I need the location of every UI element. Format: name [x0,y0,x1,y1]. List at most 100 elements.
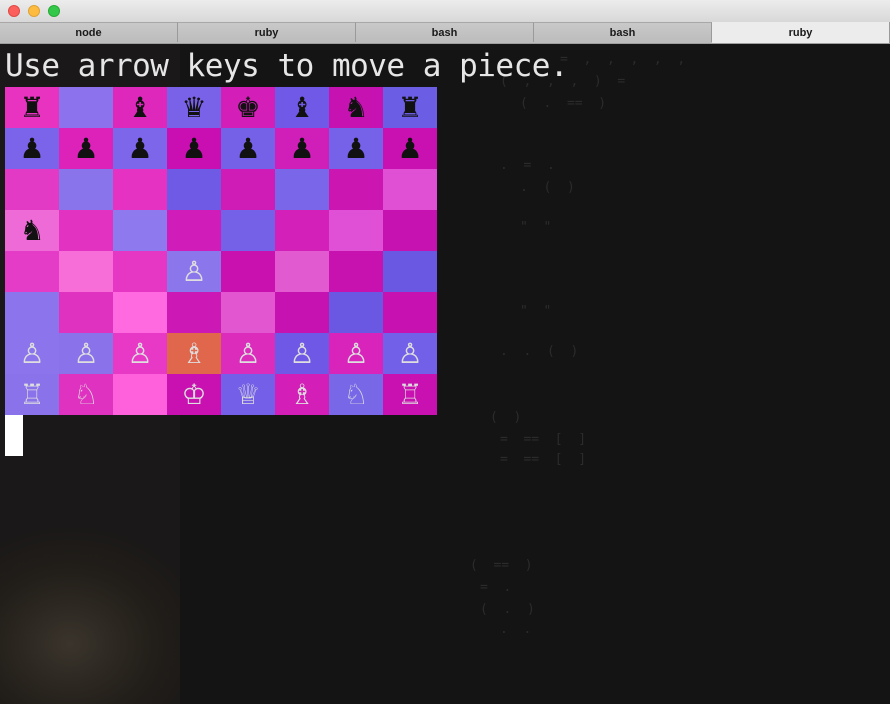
board-square-f7[interactable]: ♟ [275,128,329,169]
board-square-e6[interactable] [221,169,275,210]
chess-piece-icon[interactable]: ♔ [181,380,206,409]
chess-piece-icon[interactable]: ♝ [289,93,314,122]
board-square-f8[interactable]: ♝ [275,87,329,128]
board-square-b5[interactable] [59,210,113,251]
zoom-window-button[interactable] [48,5,60,17]
chess-piece-icon[interactable]: ♟ [343,134,368,163]
chess-piece-icon[interactable]: ♕ [235,380,260,409]
chess-piece-icon[interactable]: ♙ [19,339,44,368]
chess-piece-icon[interactable]: ♟ [181,134,206,163]
board-square-g7[interactable]: ♟ [329,128,383,169]
chess-piece-icon[interactable]: ♟ [235,134,260,163]
board-square-g3[interactable] [329,292,383,333]
board-square-b7[interactable]: ♟ [59,128,113,169]
chess-piece-icon[interactable]: ♙ [343,339,368,368]
chess-piece-icon[interactable]: ♛ [181,93,206,122]
board-square-a3[interactable] [5,292,59,333]
chess-piece-icon[interactable]: ♟ [19,134,44,163]
chess-piece-icon[interactable]: ♟ [127,134,152,163]
chess-piece-icon[interactable]: ♙ [397,339,422,368]
board-square-e1[interactable]: ♕ [221,374,275,415]
board-square-g4[interactable] [329,251,383,292]
board-square-e7[interactable]: ♟ [221,128,275,169]
chess-piece-icon[interactable]: ♗ [181,339,206,368]
board-square-h8[interactable]: ♜ [383,87,437,128]
board-square-c8[interactable]: ♝ [113,87,167,128]
board-square-a5[interactable]: ♞ [5,210,59,251]
terminal-pane[interactable]: = , , , , , ( , , , ) = ( . == ) . = . .… [0,44,890,704]
board-square-c1[interactable] [113,374,167,415]
board-square-g5[interactable] [329,210,383,251]
chess-piece-icon[interactable]: ♚ [235,93,260,122]
chess-piece-icon[interactable]: ♞ [343,93,368,122]
board-square-g8[interactable]: ♞ [329,87,383,128]
board-square-b6[interactable] [59,169,113,210]
chess-piece-icon[interactable]: ♜ [397,93,422,122]
board-square-e3[interactable] [221,292,275,333]
chess-piece-icon[interactable]: ♟ [289,134,314,163]
board-square-f1[interactable]: ♗ [275,374,329,415]
board-square-a4[interactable] [5,251,59,292]
board-square-d2[interactable]: ♗ [167,333,221,374]
chess-piece-icon[interactable]: ♙ [289,339,314,368]
board-square-f2[interactable]: ♙ [275,333,329,374]
board-square-e4[interactable] [221,251,275,292]
board-square-b4[interactable] [59,251,113,292]
board-square-g1[interactable]: ♘ [329,374,383,415]
board-square-a8[interactable]: ♜ [5,87,59,128]
chess-piece-icon[interactable]: ♙ [235,339,260,368]
chess-piece-icon[interactable]: ♖ [397,380,422,409]
chess-piece-icon[interactable]: ♟ [397,134,422,163]
board-square-d1[interactable]: ♔ [167,374,221,415]
board-square-h6[interactable] [383,169,437,210]
board-square-c7[interactable]: ♟ [113,128,167,169]
board-square-d5[interactable] [167,210,221,251]
board-square-c3[interactable] [113,292,167,333]
tab-bash-2[interactable]: bash [534,22,712,42]
board-square-a1[interactable]: ♖ [5,374,59,415]
chess-piece-icon[interactable]: ♖ [19,380,44,409]
board-square-h1[interactable]: ♖ [383,374,437,415]
board-square-h4[interactable] [383,251,437,292]
chess-piece-icon[interactable]: ♘ [73,380,98,409]
chess-piece-icon[interactable]: ♗ [289,380,314,409]
board-square-a6[interactable] [5,169,59,210]
chess-piece-icon[interactable]: ♙ [181,257,206,286]
board-square-c5[interactable] [113,210,167,251]
board-square-d8[interactable]: ♛ [167,87,221,128]
board-square-c2[interactable]: ♙ [113,333,167,374]
chess-piece-icon[interactable]: ♘ [343,380,368,409]
board-square-f6[interactable] [275,169,329,210]
board-square-b3[interactable] [59,292,113,333]
chess-piece-icon[interactable]: ♙ [127,339,152,368]
board-square-g2[interactable]: ♙ [329,333,383,374]
tab-ruby-1[interactable]: ruby [178,22,356,42]
chess-piece-icon[interactable]: ♜ [19,93,44,122]
chess-piece-icon[interactable]: ♝ [127,93,152,122]
board-square-d4[interactable]: ♙ [167,251,221,292]
board-square-c6[interactable] [113,169,167,210]
board-square-a2[interactable]: ♙ [5,333,59,374]
board-square-h2[interactable]: ♙ [383,333,437,374]
board-square-h5[interactable] [383,210,437,251]
board-square-e2[interactable]: ♙ [221,333,275,374]
board-square-f3[interactable] [275,292,329,333]
board-square-f5[interactable] [275,210,329,251]
board-square-d6[interactable] [167,169,221,210]
board-square-e5[interactable] [221,210,275,251]
tab-ruby-active[interactable]: ruby [712,22,890,43]
board-square-b1[interactable]: ♘ [59,374,113,415]
board-square-b8[interactable] [59,87,113,128]
tab-node[interactable]: node [0,22,178,42]
board-square-h7[interactable]: ♟ [383,128,437,169]
tab-bash-1[interactable]: bash [356,22,534,42]
board-square-d3[interactable] [167,292,221,333]
board-square-f4[interactable] [275,251,329,292]
chess-piece-icon[interactable]: ♞ [19,216,44,245]
board-square-b2[interactable]: ♙ [59,333,113,374]
board-square-h3[interactable] [383,292,437,333]
board-square-d7[interactable]: ♟ [167,128,221,169]
minimize-window-button[interactable] [28,5,40,17]
close-window-button[interactable] [8,5,20,17]
board-square-g6[interactable] [329,169,383,210]
